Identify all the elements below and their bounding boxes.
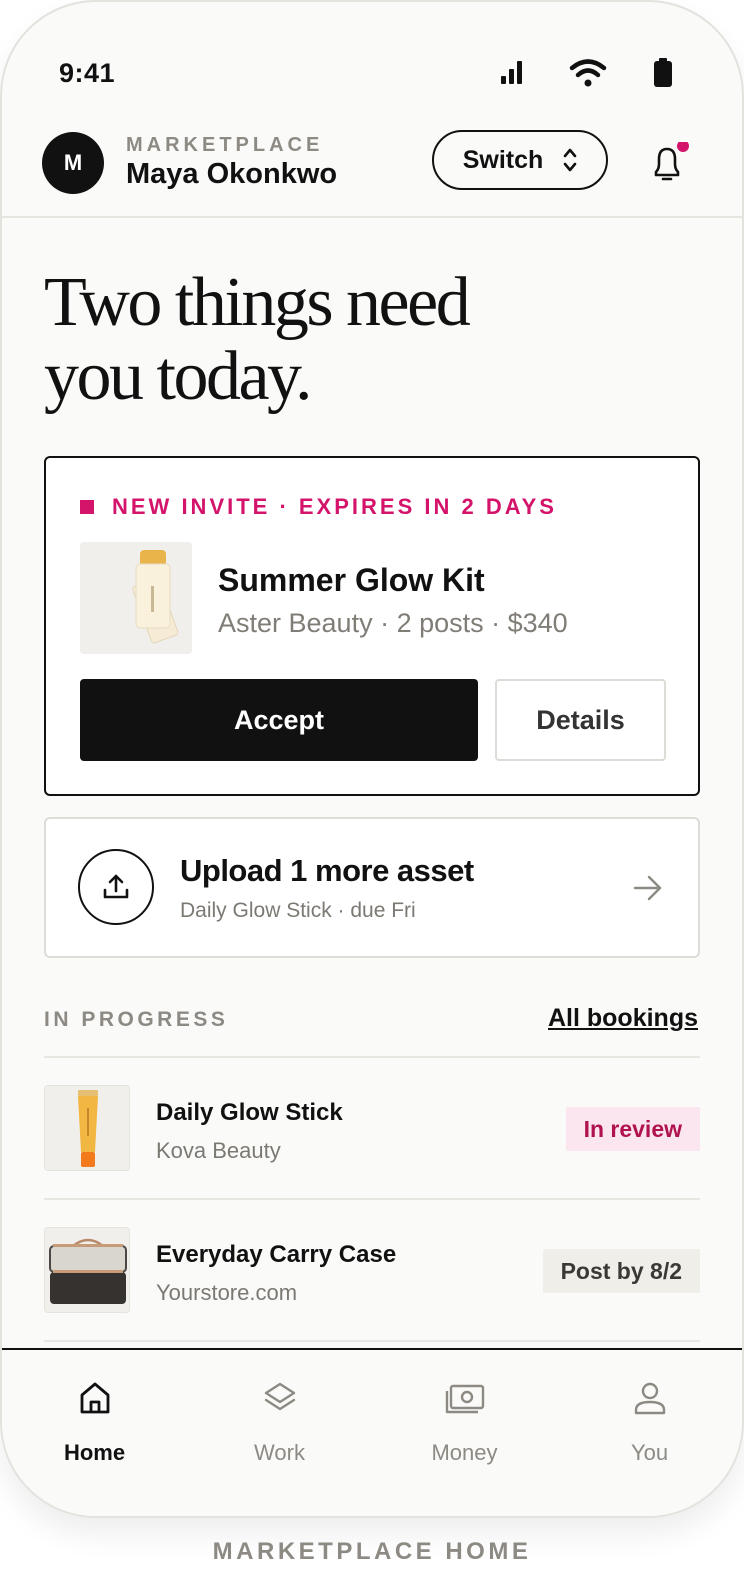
invite-tag: NEW INVITE · EXPIRES IN 2 DAYS — [80, 494, 557, 520]
status-badge: Post by 8/2 — [542, 1249, 700, 1293]
user-icon — [634, 1382, 665, 1415]
invite-tag-square — [80, 500, 94, 514]
upload-task-subtitle: Daily Glow Stick · due Fri — [180, 899, 416, 922]
booking-title: Daily Glow Stick — [156, 1099, 343, 1126]
booking-thumbnail — [44, 1227, 130, 1313]
list-item[interactable]: Daily Glow Stick Kova Beauty In review — [44, 1058, 700, 1198]
all-bookings-link[interactable]: All bookings — [548, 1004, 698, 1033]
booking-title: Everyday Carry Case — [156, 1241, 397, 1268]
invite-tag-text: NEW INVITE · EXPIRES IN 2 DAYS — [112, 494, 557, 519]
accept-button[interactable]: Accept — [80, 679, 478, 761]
details-button[interactable]: Details — [495, 679, 666, 761]
tab-work[interactable]: Work — [187, 1350, 372, 1516]
product-thumbnail — [80, 542, 192, 654]
glow-stick-tube-image — [45, 1086, 129, 1170]
invite-subtitle: Aster Beauty · 2 posts · $340 — [218, 608, 568, 638]
screen-caption: MARKETPLACE HOME — [212, 1538, 532, 1565]
upload-icon — [103, 874, 129, 899]
tab-you[interactable]: You — [557, 1350, 742, 1516]
divider — [44, 1340, 700, 1342]
in-progress-section-label: IN PROGRESS — [44, 1008, 229, 1031]
booking-brand: Kova Beauty — [156, 1138, 281, 1163]
arrow-right-icon — [633, 875, 662, 901]
carry-case-image — [45, 1228, 129, 1312]
upload-task-title: Upload 1 more asset — [180, 853, 474, 888]
account-role-label: MARKETPLACE — [126, 134, 324, 156]
invite-card: NEW INVITE · EXPIRES IN 2 DAYS Summer Gl… — [44, 456, 700, 796]
tab-label: Home — [63, 1440, 126, 1465]
glow-stick-product-image — [80, 542, 192, 654]
notification-dot — [677, 142, 689, 152]
tab-label: Work — [254, 1440, 305, 1465]
invite-title: Summer Glow Kit — [218, 562, 485, 598]
bell-icon[interactable] — [648, 142, 692, 186]
booking-thumbnail — [44, 1085, 130, 1171]
switch-label: Switch — [462, 145, 544, 174]
layers-icon — [264, 1382, 295, 1411]
list-item[interactable]: Everyday Carry Case Yourstore.com Post b… — [44, 1200, 700, 1340]
page-headline: Two things need you today. — [44, 264, 471, 415]
switch-account-button[interactable]: Switch — [432, 130, 608, 190]
signal-icon — [501, 61, 522, 84]
user-name: Maya Okonkwo — [126, 158, 338, 190]
upload-icon-circle — [78, 849, 154, 925]
headline-line-2: you today. — [44, 338, 312, 415]
chevron-up-down-icon — [563, 148, 577, 172]
tab-label: Money — [431, 1440, 498, 1465]
status-time: 9:41 — [59, 58, 116, 88]
tab-label: You — [630, 1440, 669, 1465]
avatar[interactable]: M — [42, 132, 104, 194]
tab-money[interactable]: Money — [372, 1350, 557, 1516]
upload-task-card[interactable]: Upload 1 more asset Daily Glow Stick · d… — [44, 817, 700, 958]
bottom-tab-bar: Home Work Money You — [2, 1348, 742, 1516]
app-header: M MARKETPLACE Maya Okonkwo Switch — [2, 112, 742, 218]
headline-line-1: Two things need — [44, 264, 471, 341]
tab-home[interactable]: Home — [2, 1350, 187, 1516]
phone-frame: 9:41 M MARKETPLACE Maya Okonkwo Switch T… — [0, 0, 744, 1518]
status-bar: 9:41 — [2, 2, 742, 112]
booking-brand: Yourstore.com — [156, 1280, 298, 1305]
wifi-icon — [569, 59, 607, 87]
battery-icon — [654, 58, 672, 87]
status-badge: In review — [565, 1107, 700, 1151]
home-icon — [80, 1382, 109, 1414]
cash-icon — [445, 1384, 484, 1414]
